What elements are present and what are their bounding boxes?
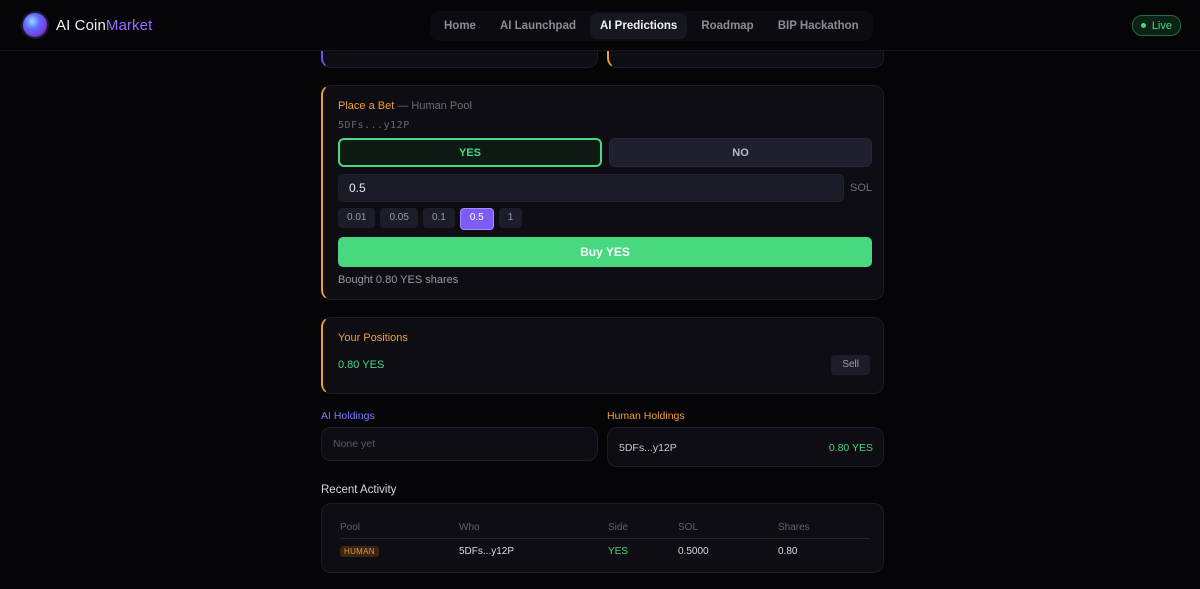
holder-amount: 0.80 YES — [828, 442, 873, 454]
preset-chip[interactable]: 0.05 — [380, 208, 418, 228]
amount-unit: SOL — [850, 182, 873, 194]
bet-status-message: Bought 0.80 YES shares — [338, 274, 459, 286]
holder-address: 5DFs...y12P — [619, 442, 677, 454]
preset-chip[interactable]: 0.1 — [422, 208, 455, 228]
amount-presets: 0.01 0.05 0.1 0.5 1 — [338, 208, 523, 230]
nav-home[interactable]: Home — [434, 13, 486, 39]
bet-title: Place a Bet — Human Pool — [338, 100, 472, 112]
pool-cell: HUMAN — [340, 546, 379, 557]
nav-roadmap[interactable]: Roadmap — [691, 13, 763, 39]
who-cell: 5DFs...y12P — [459, 546, 515, 557]
human-holdings-card: 5DFs...y12P 0.80 YES — [607, 427, 884, 467]
nav-ai-predictions[interactable]: AI Predictions — [589, 13, 688, 39]
nav-ai-launchpad[interactable]: AI Launchpad — [490, 13, 586, 39]
live-status-badge: Live — [1131, 15, 1181, 36]
top-navigation-bar: AI CoinMarket Home AI Launchpad AI Predi… — [0, 0, 1200, 51]
ai-holdings-label: AI Holdings — [321, 410, 375, 422]
main-nav: Home AI Launchpad AI Predictions Roadmap… — [430, 11, 873, 41]
bet-pool-subtitle: — Human Pool — [397, 100, 472, 112]
live-dot-icon — [1140, 23, 1146, 28]
pool-badge: HUMAN — [340, 546, 379, 557]
wallet-address: 5DFs...y12P — [338, 120, 410, 131]
header-side: Side — [608, 522, 629, 533]
shares-cell: 0.80 — [778, 546, 798, 557]
amount-input[interactable] — [338, 174, 844, 202]
sol-cell: 0.5000 — [678, 546, 709, 557]
recent-activity-card: Pool Who Side SOL Shares HUMAN 5DFs...y1… — [321, 503, 884, 573]
logo-icon — [23, 13, 47, 37]
bet-title-text: Place a Bet — [338, 100, 395, 112]
recent-activity-title: Recent Activity — [321, 484, 397, 496]
app-name-prefix: AI Coin — [56, 16, 106, 34]
header-sol: SOL — [678, 522, 699, 533]
live-label: Live — [1151, 19, 1172, 32]
positions-card: Your Positions 0.80 YES Sell — [321, 317, 884, 394]
positions-title: Your Positions — [338, 332, 408, 344]
nav-bip-hackathon[interactable]: BIP Hackathon — [768, 13, 869, 39]
preset-chip-selected[interactable]: 0.5 — [459, 208, 494, 230]
ai-holdings-empty: None yet — [333, 438, 376, 450]
app-name: AI CoinMarket — [56, 17, 152, 34]
header-who: Who — [459, 522, 480, 533]
human-holdings-label: Human Holdings — [607, 410, 685, 422]
header-pool: Pool — [340, 522, 361, 533]
position-value: 0.80 YES — [338, 359, 385, 371]
sell-button[interactable]: Sell — [831, 355, 870, 375]
place-bet-card: Place a Bet — Human Pool 5DFs...y12P YES… — [321, 85, 884, 300]
preset-chip[interactable]: 1 — [498, 208, 523, 228]
table-header: Pool Who Side SOL Shares — [340, 519, 870, 539]
ai-holdings-card: None yet — [321, 427, 598, 461]
preset-chip[interactable]: 0.01 — [338, 208, 376, 228]
side-cell: YES — [608, 546, 629, 557]
brand[interactable]: AI CoinMarket — [23, 13, 152, 37]
header-shares: Shares — [778, 522, 810, 533]
table-row: HUMAN 5DFs...y12P YES 0.5000 0.80 — [340, 543, 870, 562]
no-button[interactable]: NO — [609, 138, 872, 167]
activity-table: Pool Who Side SOL Shares HUMAN 5DFs...y1… — [340, 519, 870, 562]
buy-yes-button[interactable]: Buy YES — [338, 237, 872, 267]
app-name-accent: Market — [105, 16, 153, 34]
yes-button[interactable]: YES — [338, 138, 602, 167]
